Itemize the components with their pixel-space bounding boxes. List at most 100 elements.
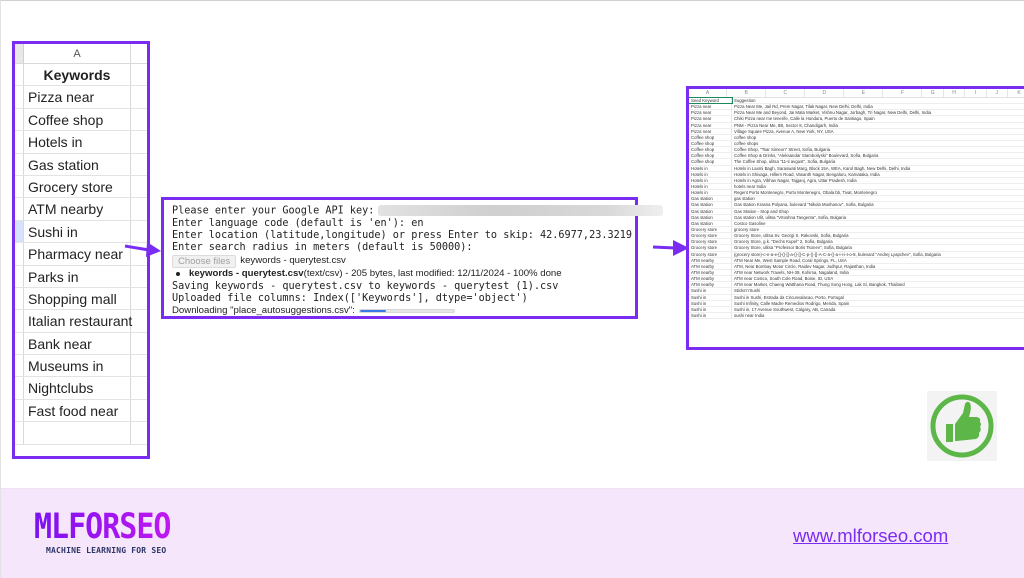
suggestion-cell[interactable]: hotels near India <box>732 184 1024 189</box>
seed-keyword-cell[interactable]: ATM nearby <box>689 263 732 269</box>
keyword-cell[interactable]: Pharmacy near <box>24 243 131 265</box>
row-number[interactable] <box>15 220 24 243</box>
row-number[interactable] <box>15 198 24 220</box>
seed-keyword-cell[interactable]: Pizza near <box>689 128 732 134</box>
seed-keyword-cell[interactable]: Grocery store <box>689 245 732 251</box>
keyword-cell[interactable]: Coffee shop <box>24 108 131 131</box>
column-header-b[interactable]: B <box>727 89 767 97</box>
suggestion-cell[interactable]: Coffee Shop & Drinks, "Aleksandar Stambo… <box>732 153 1024 158</box>
seed-keyword-cell[interactable]: Pizza near <box>689 104 732 110</box>
suggestion-cell[interactable]: Hotels in Laxmi Bagh, Saraswati Marg, Bl… <box>732 166 1024 171</box>
column-header-f[interactable]: F <box>883 89 923 97</box>
row-number[interactable] <box>15 243 24 265</box>
keyword-cell[interactable]: Gas station <box>24 153 131 175</box>
suggestion-cell[interactable]: (grocery store)-c-e-a-e-[]-()-[]-a-()-[]… <box>732 252 1024 257</box>
seed-keyword-cell[interactable]: Pizza near <box>689 122 732 128</box>
row-number[interactable] <box>15 64 24 86</box>
suggestion-cell[interactable]: Grocery Store, ulitsa Sv. Georgi S. Rako… <box>732 233 1024 238</box>
suggestion-cell[interactable]: Gas Station - Stop and Shop <box>732 209 1024 214</box>
column-header-i[interactable]: I <box>965 89 987 97</box>
suggestion-header[interactable]: Suggestion <box>732 98 1024 103</box>
suggestion-cell[interactable]: Grocery Store, g.k. "Dechs Kupel" 2, Sof… <box>732 239 1024 244</box>
column-header-k[interactable]: K <box>1008 89 1024 97</box>
keywords-header-cell[interactable]: Keywords <box>24 64 131 86</box>
column-header-g[interactable]: G <box>922 89 944 97</box>
suggestion-cell[interactable]: ATM near Market, Chaeng Watthana Road, T… <box>732 282 1024 287</box>
seed-keyword-cell[interactable]: Pizza near <box>689 110 732 116</box>
row-number[interactable] <box>15 175 24 198</box>
seed-keyword-cell[interactable]: Coffee shop <box>689 159 732 165</box>
seed-keyword-cell[interactable]: Grocery store <box>689 239 732 245</box>
keyword-cell[interactable]: Parks in <box>24 265 131 287</box>
seed-keyword-cell[interactable]: ATM nearby <box>689 282 732 288</box>
column-header-e[interactable]: E <box>844 89 884 97</box>
seed-keyword-cell[interactable]: Sushi in <box>689 306 732 312</box>
suggestion-cell[interactable]: Hotels in Shivaga, Hillern Road, Vasanth… <box>732 172 1024 177</box>
suggestion-cell[interactable]: Sushi in, 17 Avenue Southwest, Calgary, … <box>732 307 1024 312</box>
suggestion-cell[interactable]: coffee shops <box>732 141 1024 146</box>
suggestion-cell[interactable]: ATM, Near Bombay Motor Circle, Raidev Na… <box>732 264 1024 269</box>
suggestion-cell[interactable]: Grocery Store, ulitsa "Professor Boris T… <box>732 245 1024 250</box>
website-link[interactable]: www.mlforseo.com <box>793 525 948 547</box>
seed-keyword-cell[interactable]: Gas station <box>689 202 732 208</box>
column-header-a[interactable]: A <box>24 44 131 63</box>
column-header-h[interactable]: H <box>944 89 966 97</box>
seed-keyword-cell[interactable]: Gas station <box>689 214 732 220</box>
suggestion-cell[interactable]: sushi near India <box>732 313 1024 318</box>
seed-keyword-cell[interactable]: Coffee shop <box>689 147 732 153</box>
seed-keyword-cell[interactable]: Hotels in <box>689 171 732 177</box>
suggestion-cell[interactable]: grocery store <box>732 227 1024 232</box>
seed-keyword-cell[interactable]: ATM nearby <box>689 257 732 263</box>
seed-keyword-cell[interactable]: ATM nearby <box>689 276 732 282</box>
seed-keyword-cell[interactable]: Grocery store <box>689 226 732 233</box>
seed-keyword-cell[interactable]: Sushi in <box>689 294 732 300</box>
column-header-a[interactable]: A <box>689 89 728 97</box>
row-number[interactable] <box>15 332 24 355</box>
suggestion-cell[interactable]: ATM Near Me, West Sample Road, Coral Spr… <box>732 258 1024 263</box>
suggestion-cell[interactable]: Village Square Pizza, Avenue A, New York… <box>732 129 1024 134</box>
row-number[interactable] <box>15 153 24 175</box>
seed-keyword-cell[interactable]: Hotels in <box>689 165 732 171</box>
select-all-corner[interactable] <box>15 44 24 63</box>
keyword-cell[interactable] <box>24 422 131 444</box>
keyword-cell[interactable]: ATM nearby <box>24 198 131 220</box>
keyword-cell[interactable]: Nightclubs <box>24 377 131 399</box>
keyword-cell[interactable]: Sushi in <box>24 220 131 243</box>
keyword-cell[interactable]: Pizza near <box>24 86 131 108</box>
row-number[interactable] <box>15 355 24 377</box>
seed-keyword-cell[interactable]: ATM nearby <box>689 269 732 276</box>
keyword-cell[interactable]: Fast food near <box>24 399 131 422</box>
seed-keyword-cell[interactable]: Coffee shop <box>689 140 732 147</box>
seed-keyword-cell[interactable]: Hotels in <box>689 183 732 190</box>
keyword-cell[interactable]: Hotels in <box>24 131 131 153</box>
seed-keyword-cell[interactable]: Gas station <box>689 196 732 202</box>
row-number[interactable] <box>15 422 24 444</box>
row-number[interactable] <box>15 399 24 422</box>
suggestion-cell[interactable]: Sushi in Sushi, Estrada da Circunvalacao… <box>732 295 1024 300</box>
seed-keyword-cell[interactable]: Hotels in <box>689 177 732 183</box>
keyword-cell[interactable]: Grocery store <box>24 175 131 198</box>
suggestion-cell[interactable]: Sushi Infinity, Calle Madre Remedios Rod… <box>732 301 1024 306</box>
suggestion-cell[interactable]: gas station <box>732 196 1024 201</box>
row-number[interactable] <box>15 131 24 153</box>
seed-keyword-cell[interactable]: Pizza near <box>689 116 732 122</box>
column-header-j[interactable]: J <box>987 89 1008 97</box>
seed-keyword-cell[interactable]: Gas station <box>689 208 732 214</box>
suggestion-cell[interactable]: Gas station Krasna Polyana, bulevard "Ni… <box>732 202 1024 207</box>
column-header-d[interactable]: D <box>805 89 845 97</box>
suggestion-cell[interactable]: The Coffee Shop, ulitsa "11-ti avgust", … <box>732 159 1024 164</box>
keyword-cell[interactable]: Italian restaurant <box>24 310 132 332</box>
suggestion-cell[interactable]: Pizza Near Me and Beyond, Jai Mata Marke… <box>732 110 1024 115</box>
seed-keyword-cell[interactable]: Gas station <box>689 220 732 226</box>
keyword-cell[interactable]: Bank near <box>24 332 131 355</box>
row-number[interactable] <box>15 377 24 399</box>
row-number[interactable] <box>15 108 24 131</box>
keyword-cell[interactable]: Museums in <box>24 355 131 377</box>
seed-keyword-cell[interactable]: Grocery store <box>689 233 732 239</box>
seed-keyword-cell[interactable]: Sushi in <box>689 300 732 306</box>
suggestion-cell[interactable]: Pizza Near Me, Jail Rd, Prem Nagar, Tila… <box>732 104 1024 109</box>
suggestion-cell[interactable]: PNM - Pizza Near Me, 8B, Sector 8, Chand… <box>732 123 1024 128</box>
keyword-cell[interactable]: Shopping mall <box>24 287 131 310</box>
suggestion-cell[interactable]: Regent Porto Montenegro, Porto Montenegr… <box>732 190 1024 195</box>
suggestion-cell[interactable]: Coffee Shop, "Tsar Simeon" Street, Sofia… <box>732 147 1024 152</box>
